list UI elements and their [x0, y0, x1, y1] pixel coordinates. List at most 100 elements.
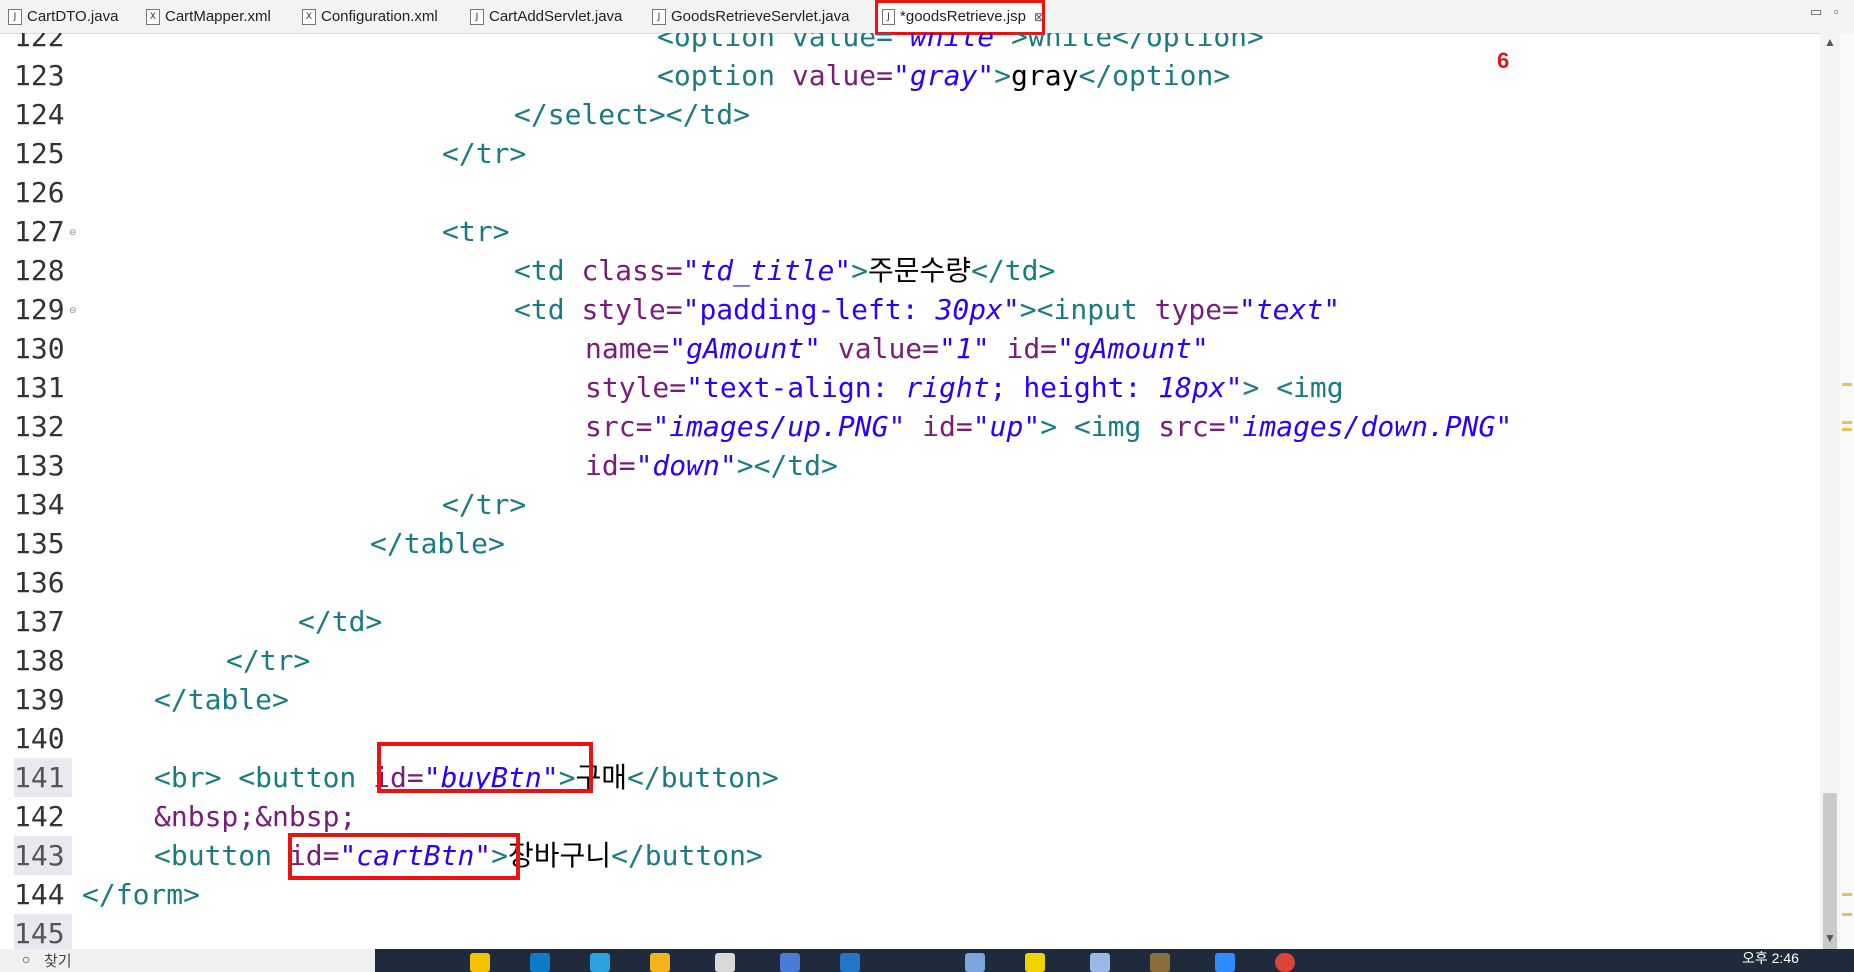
browser-icon[interactable]: [590, 953, 610, 972]
code-line: 141 <br> <button id="buyBtn">구매</button>: [0, 758, 1820, 797]
line-number: 126: [14, 176, 65, 209]
line-number: 133: [14, 449, 65, 482]
xml-file-icon: X: [302, 8, 316, 25]
taskbar-search-input[interactable]: ○ 찾기: [0, 949, 375, 972]
code-text: &nbsp;&nbsp;: [154, 800, 357, 833]
code-line: 135 </table>: [0, 524, 1820, 563]
minimize-icon[interactable]: ▭: [1810, 4, 1822, 20]
code-line: 134 </tr>: [0, 485, 1820, 524]
line-number: 134: [14, 488, 65, 521]
code-text: <option value="white">white</option>: [657, 33, 1264, 53]
ruler-mark: [1842, 421, 1852, 424]
zoom-icon[interactable]: [1215, 953, 1235, 972]
code-line: 136: [0, 563, 1820, 602]
line-number: 145: [14, 914, 72, 949]
code-text: id="down"></td>: [585, 449, 838, 482]
ruler-mark: [1842, 913, 1852, 916]
code-line: 142 &nbsp;&nbsp;: [0, 797, 1820, 836]
code-line: 123 <option value="gray">gray</option>: [0, 56, 1820, 95]
eclipse-icon[interactable]: [1150, 953, 1170, 972]
active-tab-highlight: [875, 0, 1045, 35]
code-text: <option value="gray">gray</option>: [657, 59, 1231, 92]
code-line: 124 </select></td>: [0, 95, 1820, 134]
annotation-number: 6: [1497, 48, 1510, 73]
tab-configuration[interactable]: X Configuration.xml: [302, 0, 438, 33]
vertical-scrollbar[interactable]: ▲ ▼: [1820, 33, 1840, 963]
line-number: 143: [14, 836, 72, 875]
tab-cartmapper[interactable]: X CartMapper.xml: [146, 0, 271, 33]
line-number: 137: [14, 605, 65, 638]
code-line: 133 id="down"></td>: [0, 446, 1820, 485]
line-number: 136: [14, 566, 65, 599]
code-line: 137 </td>: [0, 602, 1820, 641]
ruler-mark: [1842, 383, 1852, 386]
app-icon[interactable]: [1090, 953, 1110, 972]
taskbar-clock[interactable]: 오후 2:46: [1742, 948, 1799, 968]
tab-label: CartAddServlet.java: [489, 8, 623, 25]
tab-cartaddservlet[interactable]: J CartAddServlet.java: [470, 0, 622, 33]
code-editor[interactable]: 122 <option value="white">white</option>…: [0, 33, 1820, 949]
line-number: 124: [14, 98, 65, 131]
code-text: style="text-align: right; height: 18px">…: [585, 371, 1344, 404]
code-text: <td class="td_title">주문수량</td>: [514, 254, 1056, 287]
scroll-down-icon[interactable]: ▼: [1824, 931, 1836, 945]
code-line: 126: [0, 173, 1820, 212]
tab-label: Configuration.xml: [321, 8, 438, 25]
code-text: </form>: [82, 878, 201, 911]
chrome-icon[interactable]: [1275, 953, 1295, 972]
xml-file-icon: X: [146, 8, 160, 25]
line-number: 132: [14, 410, 65, 443]
code-line: 138 </tr>: [0, 641, 1820, 680]
code-text: </tr>: [226, 644, 311, 677]
code-line: 125 </tr>: [0, 134, 1820, 173]
fold-icon[interactable]: ⊖: [69, 306, 77, 316]
code-line: 143 <button id="cartBtn">장바구니</button>: [0, 836, 1820, 875]
line-number: 127: [14, 215, 65, 248]
code-text: </select></td>: [514, 98, 751, 131]
code-line: 139 </table>: [0, 680, 1820, 719]
line-number: 129: [14, 293, 65, 326]
buybtn-highlight-box: [377, 742, 593, 793]
edge-icon[interactable]: [530, 953, 550, 972]
line-number: 135: [14, 527, 65, 560]
store-icon[interactable]: [715, 953, 735, 972]
code-text: </tr>: [442, 488, 527, 521]
line-number: 128: [14, 254, 65, 287]
code-line: 132 src="images/up.PNG" id="up"> <img sr…: [0, 407, 1820, 446]
code-line: 144 </form>: [0, 875, 1820, 914]
line-number: 140: [14, 722, 65, 755]
java-file-icon: J: [470, 8, 484, 25]
tab-cartdto[interactable]: J CartDTO.java: [8, 0, 118, 33]
kakaotalk-icon[interactable]: [470, 953, 490, 972]
search-icon: ○: [22, 951, 31, 967]
code-text: </table>: [370, 527, 505, 560]
line-number: 139: [14, 683, 65, 716]
scroll-up-icon[interactable]: ▲: [1824, 35, 1836, 49]
fold-icon[interactable]: ⊖: [69, 228, 77, 238]
line-number: 123: [14, 59, 65, 92]
line-number: 141: [14, 758, 72, 797]
file-explorer-icon[interactable]: [650, 953, 670, 972]
app-icon[interactable]: [780, 953, 800, 972]
code-line: 140: [0, 719, 1820, 758]
tab-label: CartMapper.xml: [165, 8, 271, 25]
code-line: 131 style="text-align: right; height: 18…: [0, 368, 1820, 407]
overview-ruler: [1840, 33, 1854, 949]
search-placeholder: 찾기: [44, 953, 72, 970]
editor-tab-bar: J CartDTO.java X CartMapper.xml X Config…: [0, 0, 1854, 35]
line-number: 142: [14, 800, 65, 833]
app-icon[interactable]: [965, 953, 985, 972]
tab-goodsretrieveservlet[interactable]: J GoodsRetrieveServlet.java: [652, 0, 849, 33]
maximize-icon[interactable]: ▫: [1834, 4, 1839, 19]
code-line: 145: [0, 914, 1820, 949]
code-line: 127 ⊖ <tr>: [0, 212, 1820, 251]
code-text: </table>: [154, 683, 289, 716]
line-number: 125: [14, 137, 65, 170]
vscode-icon[interactable]: [840, 953, 860, 972]
code-text: <td style="padding-left: 30px"><input ty…: [514, 293, 1341, 326]
line-number: 144: [14, 878, 65, 911]
line-number: 138: [14, 644, 65, 677]
sticky-notes-icon[interactable]: [1025, 953, 1045, 972]
java-file-icon: J: [8, 8, 22, 25]
code-line: 130 name="gAmount" value="1" id="gAmount…: [0, 329, 1820, 368]
